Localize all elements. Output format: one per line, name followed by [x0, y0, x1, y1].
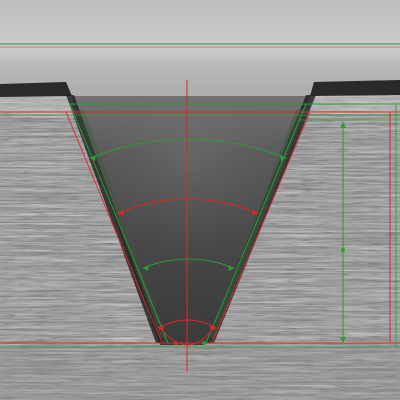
marker-root-left	[174, 341, 178, 345]
groove-cross-section-micrograph	[0, 0, 400, 400]
right-surface-edge	[310, 80, 400, 96]
left-surface-edge	[0, 82, 72, 97]
marker-depth-mid	[341, 248, 345, 252]
micrograph-viewport	[0, 0, 400, 400]
marker-root-right	[202, 341, 206, 345]
